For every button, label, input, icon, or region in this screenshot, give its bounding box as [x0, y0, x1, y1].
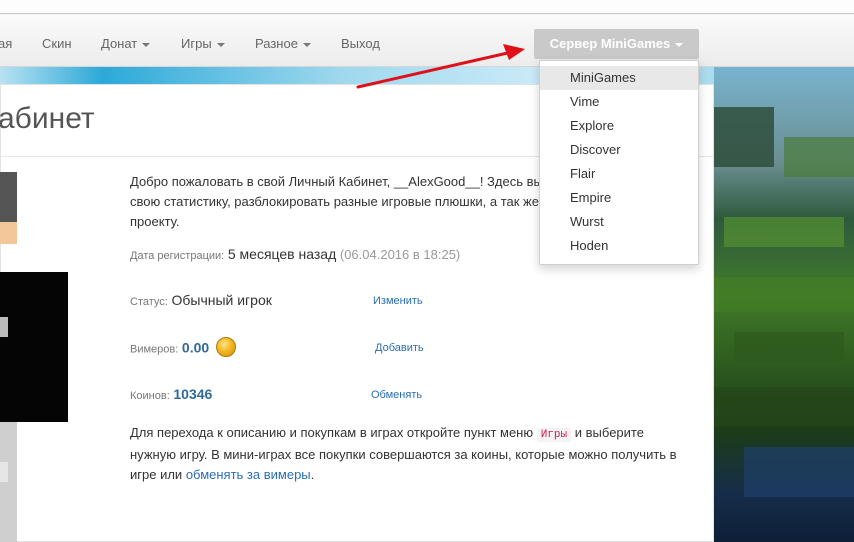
page-title: абинет [0, 102, 95, 135]
help-text-end: . [310, 467, 315, 482]
nav-item-label: Донат [101, 36, 138, 51]
change-status-link[interactable]: Изменить [373, 295, 423, 307]
coins-value: 10346 [173, 386, 213, 402]
server-select-button[interactable]: Сервер MiniGames [534, 29, 699, 59]
nav-item-label: ая [0, 36, 13, 51]
server-option-explore[interactable]: Explore [540, 114, 698, 138]
minecraft-background-image [714, 67, 854, 542]
server-option-empire[interactable]: Empire [540, 186, 698, 210]
caret-down-icon [142, 42, 151, 47]
registration-date: (06.04.2016 в 18:25) [339, 247, 461, 262]
nav-item-logout[interactable]: Выход [341, 15, 380, 67]
vimers-row: Вимеров: 0.00 [130, 337, 236, 359]
nav-item-home[interactable]: ая [0, 15, 12, 67]
nav-item-label: Выход [341, 36, 380, 51]
server-button-label: Сервер MiniGames [549, 36, 671, 51]
vimers-label: Вимеров: [130, 343, 179, 356]
add-vimers-link[interactable]: Добавить [375, 342, 424, 354]
coins-row: Коинов: 10346 [130, 386, 212, 402]
server-option-discover[interactable]: Discover [540, 138, 698, 162]
nav-item-donate[interactable]: Донат [101, 15, 151, 67]
top-navbar: ая Скин Донат Игры Разное Выход Сервер M… [0, 15, 854, 67]
status-value: Обычный игрок [171, 292, 272, 308]
exchange-for-vimers-link[interactable]: обменять за вимеры [186, 467, 311, 482]
registration-label: Дата регистрации: [130, 250, 225, 262]
player-skin-avatar [0, 172, 68, 542]
status-row: Статус: Обычный игрок [130, 292, 272, 308]
nav-item-label: Скин [42, 36, 72, 51]
caret-down-icon [302, 42, 311, 47]
registration-row: Дата регистрации: 5 месяцев назад (06.04… [130, 246, 460, 262]
help-text-part1: Для перехода к описанию и покупкам в игр… [130, 425, 534, 440]
exchange-coins-link[interactable]: Обменять [371, 389, 422, 401]
coins-label: Коинов: [130, 390, 170, 402]
nav-item-games[interactable]: Игры [181, 15, 225, 67]
server-option-wurst[interactable]: Wurst [540, 210, 698, 234]
server-dropdown-menu: MiniGames Vime Explore Discover Flair Em… [539, 60, 699, 265]
browser-top-line [0, 0, 854, 14]
registration-value: 5 месяцев назад [227, 246, 337, 262]
nav-item-label: Разное [255, 36, 298, 51]
nav-item-label: Игры [181, 36, 212, 51]
vimers-value: 0.00 [181, 339, 210, 356]
games-menu-tag: Игры [536, 428, 572, 442]
games-help-text: Для перехода к описанию и покупкам в игр… [130, 423, 690, 485]
status-label: Статус: [130, 296, 168, 308]
nav-item-misc[interactable]: Разное [255, 15, 311, 67]
gold-coin-icon [215, 337, 236, 357]
server-option-minigames[interactable]: MiniGames [540, 66, 698, 90]
server-option-vime[interactable]: Vime [540, 90, 698, 114]
server-option-flair[interactable]: Flair [540, 162, 698, 186]
server-option-hoden[interactable]: Hoden [540, 234, 698, 258]
welcome-text: Добро пожаловать в свой Личный Кабинет, … [130, 174, 543, 229]
caret-down-icon [675, 42, 684, 47]
caret-down-icon [216, 42, 225, 47]
nav-item-skin[interactable]: Скин [42, 15, 72, 67]
